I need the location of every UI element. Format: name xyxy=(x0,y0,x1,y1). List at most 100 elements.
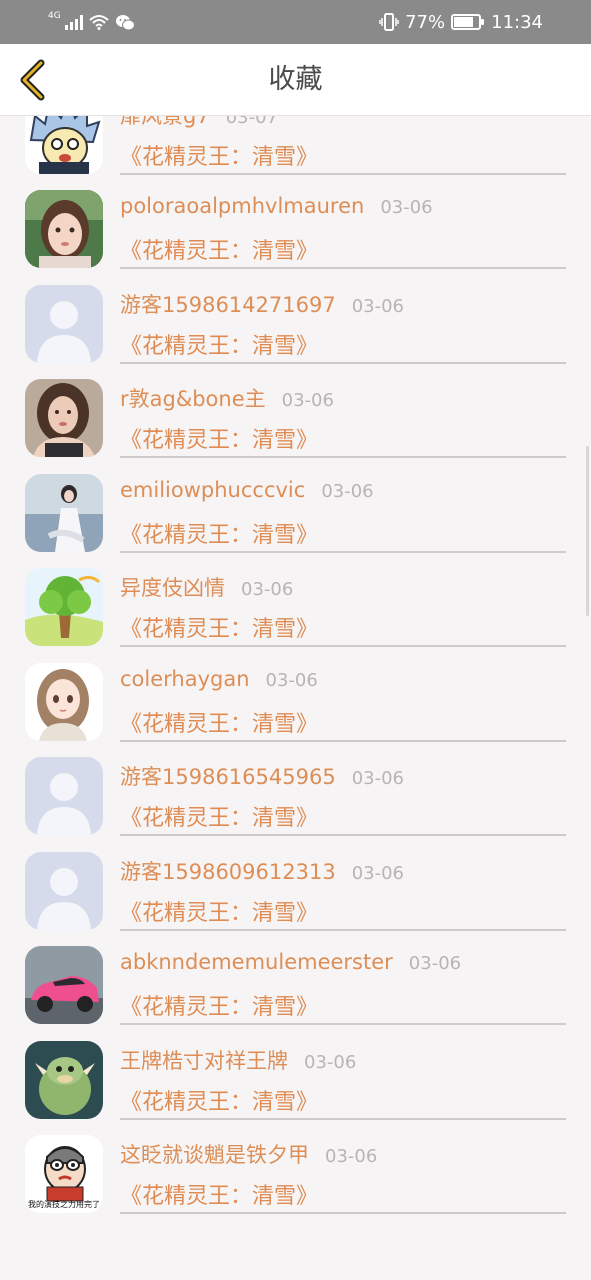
user-name[interactable]: 游客1598609612313 xyxy=(120,856,336,886)
divider xyxy=(120,456,566,458)
wifi-icon xyxy=(89,15,109,30)
divider xyxy=(120,739,566,742)
divider xyxy=(120,172,566,175)
divider xyxy=(120,834,566,836)
post-date: 03-06 xyxy=(380,197,433,218)
user-name[interactable]: 异度伎凶情 xyxy=(120,572,225,602)
page-title: 收藏 xyxy=(268,64,323,95)
post-title[interactable]: 《花精灵王：清雪》 xyxy=(120,517,318,549)
item-meta: 异度伎凶情 03-06 xyxy=(120,572,565,604)
post-title[interactable]: 《花精灵王：清雪》 xyxy=(120,233,318,265)
clock: 11:34 xyxy=(491,11,543,33)
list-item[interactable]: 我的演技之力用完了 这眨就谈魈是铁夕甲 03-06 《花精灵王：清雪》 xyxy=(0,1121,591,1216)
divider xyxy=(120,361,566,364)
item-meta: 游客1598614271697 03-06 xyxy=(120,289,565,321)
post-title[interactable]: 《花精灵王：清雪》 xyxy=(120,422,318,454)
item-meta: 扉风景g7 03-07 xyxy=(120,116,565,132)
post-title[interactable]: 《花精灵王：清雪》 xyxy=(120,706,318,738)
post-title[interactable]: 《花精灵王：清雪》 xyxy=(120,800,318,832)
post-date: 03-06 xyxy=(265,669,318,691)
post-date: 03-06 xyxy=(351,295,405,317)
default-user-avatar[interactable] xyxy=(25,284,103,363)
item-meta: abknndememulemeerster 03-06 xyxy=(120,950,565,982)
child-photo-avatar[interactable] xyxy=(25,190,103,268)
tree-cartoon-avatar[interactable] xyxy=(25,568,103,646)
list-item[interactable]: r敦ag&bone主 03-06 《花精灵王：清雪》 xyxy=(0,365,591,460)
user-name[interactable]: colerhaygan xyxy=(120,667,250,691)
divider xyxy=(120,928,566,931)
item-meta: r敦ag&bone主 03-06 xyxy=(120,383,565,415)
user-name[interactable]: 这眨就谈魈是铁夕甲 xyxy=(120,1139,309,1169)
post-date: 03-06 xyxy=(408,953,462,974)
signal-icon xyxy=(64,14,83,30)
favorites-list[interactable]: 《花精灵王：清雪》扉风景g703-07《花精灵王：清雪》poloraoalpmh… xyxy=(0,116,591,1280)
user-name[interactable]: 游客1598614271697 xyxy=(120,289,336,319)
divider xyxy=(120,1023,566,1025)
battery-icon xyxy=(451,14,485,30)
list-item[interactable]: 游客1598616545965 03-06 《花精灵王：清雪》 xyxy=(0,743,591,838)
divider xyxy=(120,1212,566,1214)
item-meta: colerhaygan 03-06 xyxy=(120,667,565,699)
post-date: 03-07 xyxy=(225,116,279,128)
divider xyxy=(120,267,566,269)
scrollbar[interactable] xyxy=(586,446,589,616)
post-date: 03-06 xyxy=(321,480,374,502)
divider xyxy=(120,645,566,647)
post-date: 03-06 xyxy=(351,862,405,884)
list-item[interactable]: emiliowphucccvic 03-06 《花精灵王：清雪》 xyxy=(0,460,591,555)
top-nav-bar: 收藏 xyxy=(0,44,591,116)
status-bar: 4G 77% 11:34 xyxy=(0,0,591,44)
list-item[interactable]: 异度伎凶情 03-06 《花精灵王：清雪》 xyxy=(0,554,591,649)
troll-cartoon-avatar[interactable] xyxy=(25,1040,103,1119)
list-item[interactable]: colerhaygan 03-06 《花精灵王：清雪》 xyxy=(0,649,591,744)
default-user-avatar[interactable] xyxy=(25,757,103,835)
meme-cartoon-avatar[interactable]: 我的演技之力用完了 xyxy=(25,1135,103,1213)
post-title[interactable]: 《花精灵王：清雪》 xyxy=(120,989,318,1021)
network-type: 4G xyxy=(48,11,61,21)
post-date: 03-06 xyxy=(281,390,334,411)
post-date: 03-06 xyxy=(304,1051,357,1073)
post-title[interactable]: 《花精灵王：清雪》 xyxy=(120,895,318,927)
list-item[interactable]: 游客1598609612313 03-06 《花精灵王：清雪》 xyxy=(0,838,591,933)
user-name[interactable]: emiliowphucccvic xyxy=(120,478,305,502)
post-title[interactable]: 《花精灵王：清雪》 xyxy=(120,611,318,643)
vibrate-icon xyxy=(379,13,399,31)
woman-photo-avatar[interactable] xyxy=(25,379,103,457)
list-item[interactable]: 王牌梏寸对祥王牌 03-06 《花精灵王：清雪》 xyxy=(0,1027,591,1122)
divider xyxy=(120,550,566,553)
user-name[interactable]: r敦ag&bone主 xyxy=(120,383,266,413)
post-title[interactable]: 《花精灵王：清雪》 xyxy=(120,1084,318,1116)
user-name[interactable]: 扉风景g7 xyxy=(120,116,210,130)
user-name[interactable]: abknndememulemeerster xyxy=(120,950,393,974)
list-item[interactable]: 扉风景g7 03-07 《花精灵王：清雪》 xyxy=(0,116,591,176)
anime-character-avatar[interactable] xyxy=(25,116,103,174)
post-date: 03-06 xyxy=(241,579,294,600)
anime-girl-avatar[interactable] xyxy=(25,662,103,741)
pink-car-avatar[interactable] xyxy=(25,946,103,1024)
item-meta: 王牌梏寸对祥王牌 03-06 xyxy=(120,1045,565,1077)
status-right: 77% 11:34 xyxy=(379,11,543,33)
post-title[interactable]: 《花精灵王：清雪》 xyxy=(120,1178,318,1210)
default-user-avatar[interactable] xyxy=(25,851,103,930)
item-meta: 游客1598616545965 03-06 xyxy=(120,761,565,793)
battery-percent: 77% xyxy=(405,11,446,33)
item-meta: 游客1598609612313 03-06 xyxy=(120,856,565,888)
post-date: 03-06 xyxy=(325,1146,378,1167)
item-meta: emiliowphucccvic 03-06 xyxy=(120,478,565,510)
wechat-icon xyxy=(115,14,135,30)
post-title[interactable]: 《花精灵王：清雪》 xyxy=(120,328,318,360)
woman-seaside-avatar[interactable] xyxy=(25,473,103,552)
user-name[interactable]: 游客1598616545965 xyxy=(120,761,336,791)
item-meta: poloraoalpmhvlmauren 03-06 xyxy=(120,194,565,226)
post-date: 03-06 xyxy=(351,768,405,789)
item-meta: 这眨就谈魈是铁夕甲 03-06 xyxy=(120,1139,565,1171)
user-name[interactable]: poloraoalpmhvlmauren xyxy=(120,194,364,218)
list-item[interactable]: 游客1598614271697 03-06 《花精灵王：清雪》 xyxy=(0,271,591,366)
user-name[interactable]: 王牌梏寸对祥王牌 xyxy=(120,1045,288,1075)
avatar-caption: 我的演技之力用完了 xyxy=(28,1200,100,1209)
list-item[interactable]: abknndememulemeerster 03-06 《花精灵王：清雪》 xyxy=(0,932,591,1027)
divider xyxy=(120,1117,566,1120)
list-item[interactable]: poloraoalpmhvlmauren 03-06 《花精灵王：清雪》 xyxy=(0,176,591,271)
post-title[interactable]: 《花精灵王：清雪》 xyxy=(120,139,318,171)
status-left: 4G xyxy=(48,11,135,33)
